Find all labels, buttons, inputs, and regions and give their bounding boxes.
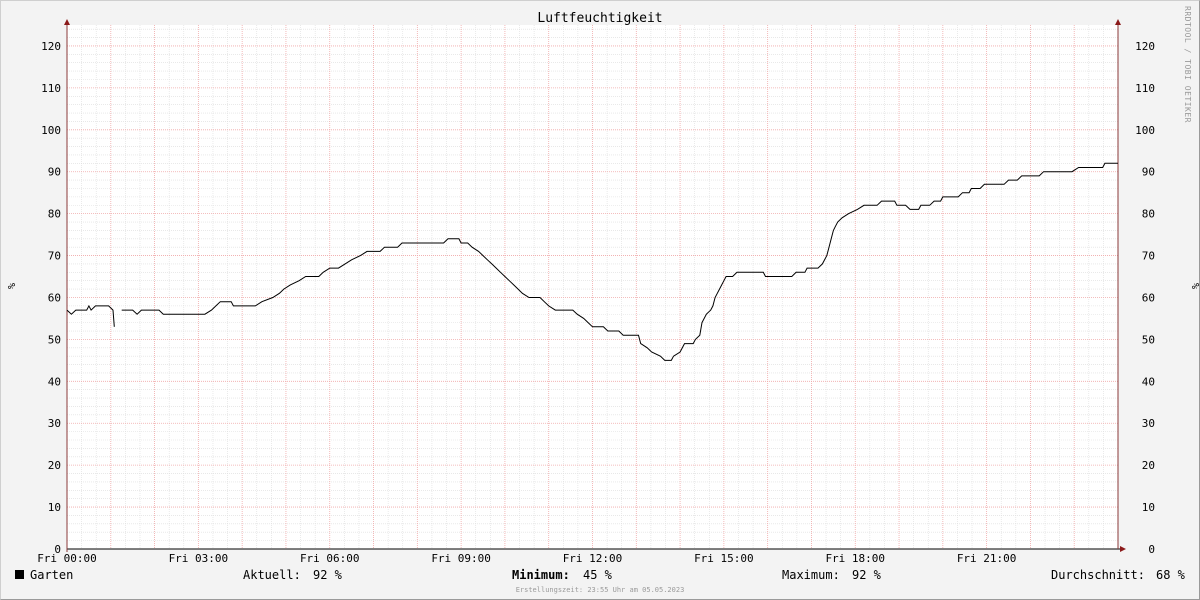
y-tick-label-left: 80 [48,208,61,221]
x-axis-arrow [1120,546,1126,552]
y-tick-label-left: 10 [48,501,61,514]
rrdtool-watermark: RRDTOOL / TOBI OETIKER [1183,6,1192,123]
x-tick-label: Fri 21:00 [957,552,1017,565]
legend-current-value: 92 % [313,568,342,582]
y-tick-label-right: 20 [1142,459,1155,472]
legend-min-value: 45 % [583,568,612,582]
y-tick-label-right: 0 [1148,543,1155,556]
legend-current-label: Aktuell: [243,568,301,582]
y-tick-label-left: 100 [41,124,61,137]
x-tick-label: Fri 06:00 [300,552,360,565]
y-axis-label-left: % [5,283,16,290]
legend-avg-label: Durchschnitt: [1051,568,1145,582]
legend-swatch [15,570,24,579]
y-tick-label-left: 70 [48,250,61,263]
humidity-chart: 0 010 1020 2030 3040 4050 5060 6070 7080 8090 9010… [37,19,1155,565]
x-tick-label: Fri 00:00 [37,552,97,565]
legend-min-label: Minimum: [512,568,570,582]
y-tick-label-right: 90 [1142,166,1155,179]
legend-max-value: 92 % [852,568,881,582]
y-tick-label-right: 70 [1142,250,1155,263]
y-axis-label-right: % [1189,283,1200,290]
x-tick-label: Fri 12:00 [563,552,623,565]
y-tick-label-left: 60 [48,291,61,304]
x-tick-label: Fri 18:00 [825,552,885,565]
y-tick-label-right: 30 [1142,417,1155,430]
creation-timestamp: Erstellungszeit: 23:55 Uhr am 05.05.2023 [515,586,685,594]
x-tick-label: Fri 03:00 [169,552,229,565]
y-tick-label-left: 20 [48,459,61,472]
y-tick-label-left: 50 [48,333,61,346]
y-tick-label-right: 110 [1135,82,1155,95]
legend-max-label: Maximum: [782,568,840,582]
y-tick-label-right: 40 [1142,375,1155,388]
y-tick-label-left: 30 [48,417,61,430]
y-tick-label-left: 120 [41,40,61,53]
legend-series-name: Garten [30,568,74,582]
y-tick-label-right: 100 [1135,124,1155,137]
legend-avg-value: 68 % [1156,568,1185,582]
y-tick-label-left: 110 [41,82,61,95]
y-tick-label-left: 40 [48,375,61,388]
x-tick-label: Fri 15:00 [694,552,754,565]
y-tick-label-right: 10 [1142,501,1155,514]
y-tick-label-left: 90 [48,166,61,179]
x-tick-label: Fri 09:00 [431,552,491,565]
y-tick-label-right: 120 [1135,40,1155,53]
y-tick-label-right: 60 [1142,291,1155,304]
chart-title: Luftfeuchtigkeit [537,11,663,26]
y-tick-label-right: 50 [1142,333,1155,346]
y-tick-label-right: 80 [1142,208,1155,221]
